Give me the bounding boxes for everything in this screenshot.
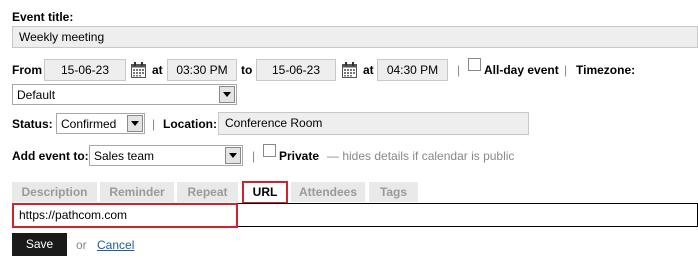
status-label: Status: — [12, 117, 53, 131]
save-button[interactable]: Save — [12, 233, 67, 256]
status-value: Confirmed — [61, 117, 117, 131]
private-hint: — hides details if calendar is public — [327, 149, 515, 163]
separator: | — [564, 63, 568, 77]
calendar-value: Sales team — [94, 149, 155, 163]
all-day-label: All-day event — [484, 63, 559, 77]
add-event-label: Add event to: — [12, 149, 89, 163]
tab-tags[interactable]: Tags — [369, 182, 418, 202]
end-time-input[interactable]: 04:30 PM — [377, 59, 448, 81]
tab-reminder[interactable]: Reminder — [100, 182, 174, 202]
separator: | — [152, 117, 156, 131]
chevron-down-icon — [225, 147, 241, 164]
timezone-select[interactable]: Default — [12, 84, 237, 105]
tab-url[interactable]: URL — [242, 181, 288, 204]
separator: | — [252, 149, 256, 163]
end-date-input[interactable]: 15-06-23 — [256, 59, 336, 81]
calendar-icon[interactable] — [131, 62, 146, 78]
calendar-icon[interactable] — [342, 62, 357, 78]
at-label-end: at — [363, 63, 374, 77]
separator: | — [457, 63, 461, 77]
tab-repeat[interactable]: Repeat — [177, 182, 238, 202]
chevron-down-icon — [219, 86, 235, 103]
timezone-value: Default — [17, 88, 56, 102]
chevron-down-icon — [127, 115, 143, 132]
start-date-input[interactable]: 15-06-23 — [44, 59, 126, 81]
or-text: or — [76, 238, 87, 252]
all-day-checkbox[interactable] — [468, 58, 481, 71]
event-title-input[interactable]: Weekly meeting — [12, 26, 698, 48]
private-checkbox[interactable] — [263, 144, 276, 157]
start-time-input[interactable]: 03:30 PM — [167, 59, 237, 81]
cancel-link[interactable]: Cancel — [97, 238, 134, 252]
private-label: Private — [279, 149, 320, 163]
url-input[interactable]: https://pathcom.com — [12, 203, 238, 228]
location-label: Location: — [163, 117, 217, 131]
from-label: From — [12, 63, 42, 77]
to-label: to — [241, 63, 253, 77]
location-input[interactable]: Conference Room — [218, 112, 529, 135]
tab-attendees[interactable]: Attendees — [291, 182, 365, 202]
event-title-label: Event title: — [12, 10, 74, 24]
tab-description[interactable]: Description — [12, 182, 97, 202]
at-label-start: at — [152, 63, 163, 77]
calendar-select[interactable]: Sales team — [89, 145, 243, 166]
status-select[interactable]: Confirmed — [56, 113, 145, 134]
timezone-label: Timezone: — [576, 63, 636, 77]
